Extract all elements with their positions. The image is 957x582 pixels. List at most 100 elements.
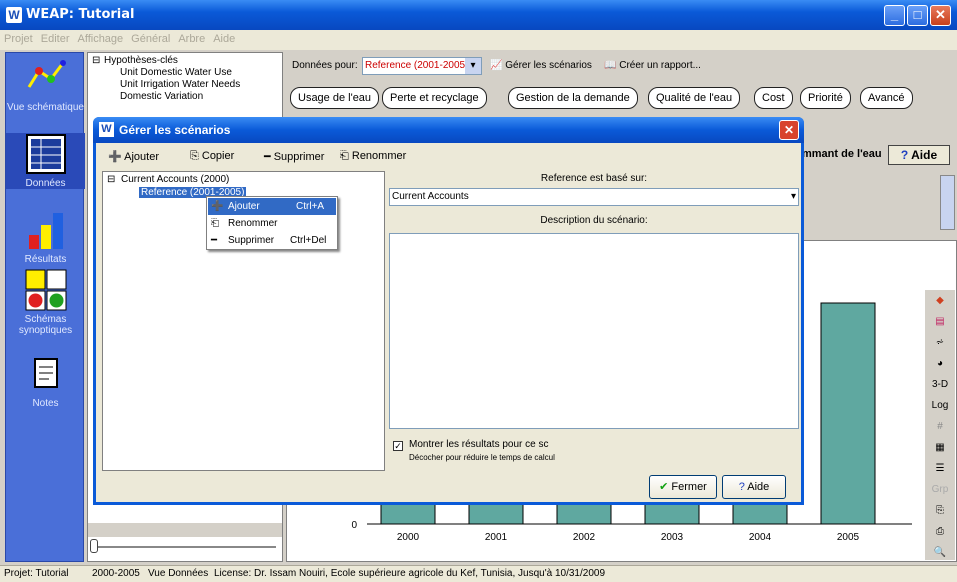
description-textarea[interactable] — [389, 233, 799, 429]
weap-logo-icon: W — [99, 122, 114, 137]
tree-item-key-assumptions[interactable]: Hypothèses-clés — [104, 55, 178, 66]
data-icon — [25, 134, 66, 174]
results-icon — [28, 213, 63, 249]
menu-affichage[interactable]: Affichage — [74, 30, 128, 45]
dialog-close-button[interactable]: ✕ — [779, 120, 799, 140]
menu-bar: Projet Editer Affichage Général Arbre Aide — [0, 30, 957, 50]
manage-scenarios-button[interactable]: 📈 Gérer les scénarios — [490, 60, 592, 71]
based-on-label: Reference est basé sur: — [540, 173, 648, 184]
window-title: WEAP: Tutorial — [26, 7, 135, 22]
help-icon: ? — [900, 148, 909, 162]
tab-cost[interactable]: Cost — [754, 87, 793, 109]
sidebar-item-data[interactable]: Données — [6, 133, 85, 189]
overviews-icon — [25, 269, 66, 311]
tree-item-current-accounts[interactable]: Current Accounts (2000) — [121, 174, 229, 185]
help-icon: ? — [738, 481, 745, 493]
stack-icon[interactable]: ⩫ — [925, 332, 955, 353]
manage-scenarios-dialog: W Gérer les scénarios ✕ ➕ Ajouter ⎘ Copi… — [93, 117, 804, 505]
status-bar: Projet: Tutorial 2000-2005 Vue Données L… — [0, 565, 957, 582]
ctx-item-add[interactable]: ➕ Ajouter Ctrl+A — [208, 198, 336, 215]
color-icon[interactable]: ▤ — [925, 311, 955, 332]
schematic-icon — [27, 60, 66, 88]
copy-icon[interactable]: ⎘ — [925, 500, 955, 521]
x-tick-label: 2001 — [485, 532, 508, 543]
group-toggle[interactable]: Grp — [925, 479, 955, 500]
tab-loss-reuse[interactable]: Perte et recyclage — [382, 87, 487, 109]
table-icon[interactable]: ▦ — [925, 437, 955, 458]
dialog-body: ➕ Ajouter ⎘ Copier ━ Supprimer ⎗ Renomme… — [96, 143, 801, 502]
book-icon: 📖 — [604, 60, 617, 71]
chart-type-icon[interactable]: ◆ — [925, 290, 955, 311]
add-icon: ➕ — [211, 201, 224, 212]
scenario-details: Reference est basé sur: Current Accounts… — [389, 171, 799, 471]
data-header-panel: Données pour: Reference (2001-2005) ▾ 📈 G… — [286, 52, 957, 120]
based-on-select[interactable]: Current Accounts ▾ — [389, 188, 799, 206]
tree-expander-icon[interactable]: ⊟ — [92, 55, 100, 66]
create-report-button[interactable]: 📖 Créer un rapport... — [604, 60, 701, 71]
menu-general[interactable]: Général — [127, 30, 174, 45]
tree-item[interactable]: Unit Domestic Water Use — [120, 67, 232, 78]
sidebar-item-notes[interactable]: Notes — [6, 353, 85, 409]
print-icon[interactable]: ⎙ — [925, 521, 955, 542]
tree-hscrollbar[interactable] — [88, 523, 282, 537]
tab-demand-management[interactable]: Gestion de la demande — [508, 87, 638, 109]
sidebar-item-results[interactable]: Résultats — [6, 209, 85, 265]
context-menu: ➕ Ajouter Ctrl+A ⎗ Renommer ━ Supprimer Ctrl+… — [206, 196, 338, 250]
tree-expander-icon[interactable]: ⊟ — [107, 174, 115, 185]
add-scenario-button[interactable]: ➕ Ajouter — [108, 150, 159, 163]
tree-item[interactable]: Domestic Variation — [120, 91, 203, 102]
x-tick-label: 2000 — [397, 532, 420, 543]
grid-icon[interactable]: # — [925, 416, 955, 437]
tab-water-quality[interactable]: Qualité de l'eau — [648, 87, 741, 109]
status-view: Vue Données — [148, 568, 209, 579]
status-project: Projet: Tutorial — [4, 568, 69, 579]
dialog-help-button[interactable]: ? Aide — [722, 475, 786, 499]
tree-item[interactable]: Unit Irrigation Water Needs — [120, 79, 240, 90]
check-icon: ✔ — [659, 481, 669, 493]
ctx-item-rename[interactable]: ⎗ Renommer — [208, 215, 336, 232]
chevron-down-icon: ▾ — [790, 191, 796, 202]
column-header: mmant de l'eau — [802, 148, 882, 160]
view-sidebar: Vue schématique Données Résultats Schéma… — [5, 52, 85, 562]
maximize-button[interactable]: □ — [907, 5, 928, 26]
menu-arbre[interactable]: Arbre — [174, 30, 209, 45]
chart-toolbar: ◆ ▤ ⩫ ◕ 3-D Log # ▦ ☰ Grp ⎘ ⎙ 🔍 — [925, 290, 955, 560]
scenario-select[interactable]: Reference (2001-2005) ▾ — [362, 57, 482, 75]
x-tick-label: 2004 — [749, 532, 772, 543]
help-button[interactable]: ? Aide — [888, 145, 950, 165]
x-tick-label: 2005 — [837, 532, 860, 543]
x-tick-label: 2002 — [573, 532, 596, 543]
tab-advanced[interactable]: Avancé — [860, 87, 913, 109]
show-results-checkbox[interactable]: ✓ — [393, 441, 403, 451]
minimize-button[interactable]: _ — [884, 5, 905, 26]
lines-icon[interactable]: ☰ — [925, 458, 955, 479]
ctx-item-delete[interactable]: ━ Supprimer Ctrl+Del — [208, 232, 336, 249]
tab-water-use[interactable]: Usage de l'eau — [290, 87, 380, 109]
weap-logo-icon: W — [6, 7, 22, 23]
notes-icon — [33, 358, 58, 388]
add-icon: ➕ — [108, 151, 122, 163]
log-toggle[interactable]: Log — [925, 395, 955, 416]
y-tick-label: 0 — [351, 520, 357, 531]
sidebar-item-schematic[interactable]: Vue schématique — [6, 57, 85, 113]
sidebar-item-overviews[interactable]: Schémas synoptiques — [6, 269, 85, 336]
tab-priority[interactable]: Priorité — [800, 87, 851, 109]
description-label: Description du scénario: — [540, 215, 648, 226]
3d-toggle[interactable]: 3-D — [925, 374, 955, 395]
menu-aide[interactable]: Aide — [209, 30, 239, 45]
delete-scenario-button[interactable]: ━ Supprimer — [264, 150, 324, 163]
pie-icon[interactable]: ◕ — [925, 353, 955, 374]
timeline-slider[interactable] — [90, 539, 280, 555]
close-dialog-button[interactable]: ✔ Fermer — [649, 475, 717, 499]
menu-editer[interactable]: Editer — [37, 30, 74, 45]
close-window-button[interactable]: ✕ — [930, 5, 951, 26]
dialog-titlebar: W Gérer les scénarios ✕ — [93, 117, 804, 143]
zoom-icon[interactable]: 🔍 — [925, 542, 955, 563]
rename-scenario-button[interactable]: ⎗ Renommer — [340, 150, 406, 163]
menu-projet[interactable]: Projet — [0, 30, 37, 45]
minus-icon: ━ — [211, 235, 218, 246]
copy-scenario-button[interactable]: ⎘ Copier — [190, 150, 234, 163]
minus-icon: ━ — [264, 151, 271, 163]
table-vscrollbar[interactable] — [940, 175, 955, 230]
uncheck-note: Décocher pour réduire le temps de calcul — [409, 453, 555, 462]
